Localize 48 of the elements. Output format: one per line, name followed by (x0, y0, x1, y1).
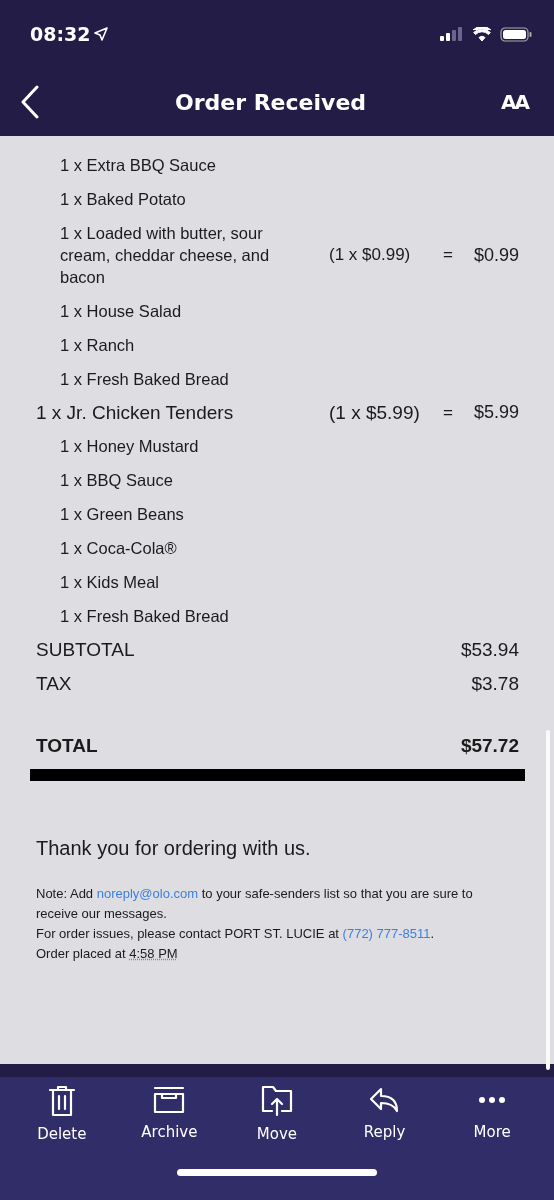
toolbar-button[interactable]: Reply (339, 1085, 430, 1143)
summary-label: SUBTOTAL (36, 639, 135, 661)
back-button[interactable] (20, 85, 40, 119)
order-time: 4:58 PM (129, 946, 178, 961)
reply-icon (368, 1085, 401, 1115)
note-text: Note: Add noreply@olo.com to your safe-senders list so that you are sure to receive our messages. (36, 885, 474, 923)
toolbar-button[interactable]: Delete (16, 1085, 107, 1143)
item-label: 1 x Loaded with butter, sour cream, cheddar cheese, and bacon (60, 223, 271, 288)
item-label: 1 x Fresh Baked Bread (60, 369, 230, 390)
trash-icon (46, 1085, 77, 1117)
summary-label: TAX (36, 673, 72, 695)
item-label: 1 x Honey Mustard (60, 436, 200, 457)
item-label: 1 x Baked Potato (60, 189, 187, 210)
item-label: 1 x Ranch (60, 335, 136, 356)
equals-sign: = (442, 245, 454, 265)
tray-icon (152, 1085, 187, 1115)
note-text: For order issues, please contact PORT ST. LUCIE at (772) 777-8511. (36, 925, 436, 943)
item-label: 1 x Green Beans (60, 504, 185, 525)
item-label: 1 x House Salad (60, 301, 183, 322)
equals-sign: = (442, 402, 454, 423)
item-price: $0.99 (472, 244, 519, 266)
summary-value: $53.94 (460, 639, 519, 661)
signal-icon (440, 27, 464, 41)
item-label: 1 x BBQ Sauce (60, 470, 174, 491)
item-label: 1 x Jr. Chicken Tenders (36, 400, 235, 425)
item-label: 1 x Extra BBQ Sauce (60, 155, 217, 176)
clock: 08:32 (30, 23, 109, 45)
folder-upload-icon (260, 1085, 294, 1117)
item-label: 1 x Coca-Cola® (60, 538, 178, 559)
text-size-button[interactable]: AA (501, 90, 528, 114)
more-icon (479, 1097, 506, 1103)
item-label: 1 x Kids Meal (60, 572, 161, 593)
battery-icon (500, 26, 532, 42)
note-text: Order placed at 4:58 PM (36, 945, 179, 963)
toolbar-button[interactable]: More (447, 1085, 538, 1143)
item-price: $5.99 (472, 402, 519, 423)
location-arrow-icon (94, 27, 109, 41)
item-label: 1 x Fresh Baked Bread (60, 606, 230, 627)
total-label: TOTAL (36, 735, 98, 757)
screen-title: Order Received (174, 89, 367, 115)
wifi-icon (472, 26, 492, 42)
summary-value: $3.78 (471, 673, 519, 695)
thank-you-message: Thank you for ordering with us. (36, 837, 312, 860)
unit-price: (1 x $5.99) (329, 400, 421, 425)
toolbar-button[interactable]: Archive (124, 1085, 215, 1143)
total-value: $57.72 (460, 735, 519, 757)
unit-price: (1 x $0.99) (329, 244, 412, 266)
toolbar-button[interactable]: Move (232, 1085, 322, 1143)
